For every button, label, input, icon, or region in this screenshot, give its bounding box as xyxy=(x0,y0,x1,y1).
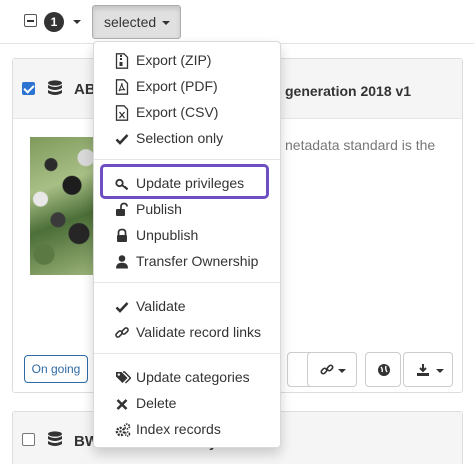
link-icon xyxy=(115,325,129,341)
chevron-down-icon xyxy=(162,21,170,25)
record-checkbox[interactable] xyxy=(22,82,35,95)
file-zip-icon xyxy=(115,53,129,69)
menu-item-label: Publish xyxy=(136,201,182,217)
menu-item-unpublish[interactable]: Unpublish xyxy=(94,225,280,247)
menu-item-label: Update categories xyxy=(136,369,250,385)
lock-icon xyxy=(115,228,129,244)
globe-icon xyxy=(378,364,390,376)
menu-item-label: Transfer Ownership xyxy=(136,253,259,269)
menu-item-label: Index records xyxy=(136,421,221,437)
unlock-icon xyxy=(115,202,129,218)
menu-item-update-categories[interactable]: Update categories xyxy=(94,367,280,389)
download-icon xyxy=(417,364,429,376)
key-icon xyxy=(115,176,129,192)
record-title-end[interactable]: generation 2018 v1 xyxy=(285,83,411,99)
tags-icon xyxy=(115,370,131,386)
times-icon xyxy=(115,396,129,412)
menu-divider xyxy=(94,159,280,160)
menu-item-publish[interactable]: Publish xyxy=(94,199,280,221)
record-checkbox[interactable] xyxy=(22,433,35,446)
links-dropdown-button[interactable] xyxy=(307,352,357,387)
view-map-button[interactable] xyxy=(365,352,401,387)
menu-item-label: Export (PDF) xyxy=(136,78,218,94)
menu-item-label: Validate xyxy=(136,298,186,314)
menu-item-selection-only[interactable]: Selection only xyxy=(94,128,280,150)
selection-toolbar: 1 selected xyxy=(0,0,474,44)
database-icon xyxy=(47,431,63,449)
selection-actions-menu: Export (ZIP) Export (PDF) Export (CSV) S… xyxy=(93,41,281,448)
selection-caret-icon[interactable] xyxy=(73,20,81,24)
menu-item-validate[interactable]: Validate xyxy=(94,296,280,318)
menu-item-export-zip[interactable]: Export (ZIP) xyxy=(94,50,280,72)
menu-item-delete[interactable]: Delete xyxy=(94,393,280,415)
menu-item-label: Export (ZIP) xyxy=(136,52,212,68)
menu-item-export-pdf[interactable]: Export (PDF) xyxy=(94,76,280,98)
selected-count-badge: 1 xyxy=(44,12,64,32)
menu-item-label: Delete xyxy=(136,395,177,411)
record-thumbnail[interactable] xyxy=(30,137,100,275)
menu-divider xyxy=(94,353,280,354)
menu-item-label: Unpublish xyxy=(136,227,199,243)
menu-item-label: Update privileges xyxy=(136,175,245,191)
link-icon xyxy=(320,364,334,375)
menu-item-label: Validate record links xyxy=(136,324,262,340)
menu-item-label: Export (CSV) xyxy=(136,104,219,120)
user-icon xyxy=(115,254,129,270)
cogs-icon xyxy=(115,422,131,438)
selected-actions-label: selected xyxy=(104,14,157,30)
menu-divider xyxy=(94,282,280,283)
status-badge: On going xyxy=(24,355,88,383)
check-icon xyxy=(115,299,129,315)
record-description: netadata standard is the xyxy=(285,137,436,153)
menu-item-validate-record-links[interactable]: Validate record links xyxy=(94,322,280,344)
chevron-down-icon xyxy=(436,369,444,373)
chevron-down-icon xyxy=(338,369,346,373)
menu-item-label: Selection only xyxy=(136,130,224,146)
download-dropdown-button[interactable] xyxy=(403,352,453,387)
menu-item-index-records[interactable]: Index records xyxy=(94,419,280,441)
menu-item-transfer-ownership[interactable]: Transfer Ownership xyxy=(94,251,280,273)
database-icon xyxy=(47,80,63,98)
file-csv-icon xyxy=(115,105,129,121)
menu-item-export-csv[interactable]: Export (CSV) xyxy=(94,102,280,124)
check-icon xyxy=(115,131,129,147)
selected-actions-button[interactable]: selected xyxy=(92,5,181,39)
file-pdf-icon xyxy=(115,79,129,95)
menu-item-update-privileges[interactable]: Update privileges xyxy=(94,173,280,195)
select-all-checkbox[interactable] xyxy=(24,14,37,27)
